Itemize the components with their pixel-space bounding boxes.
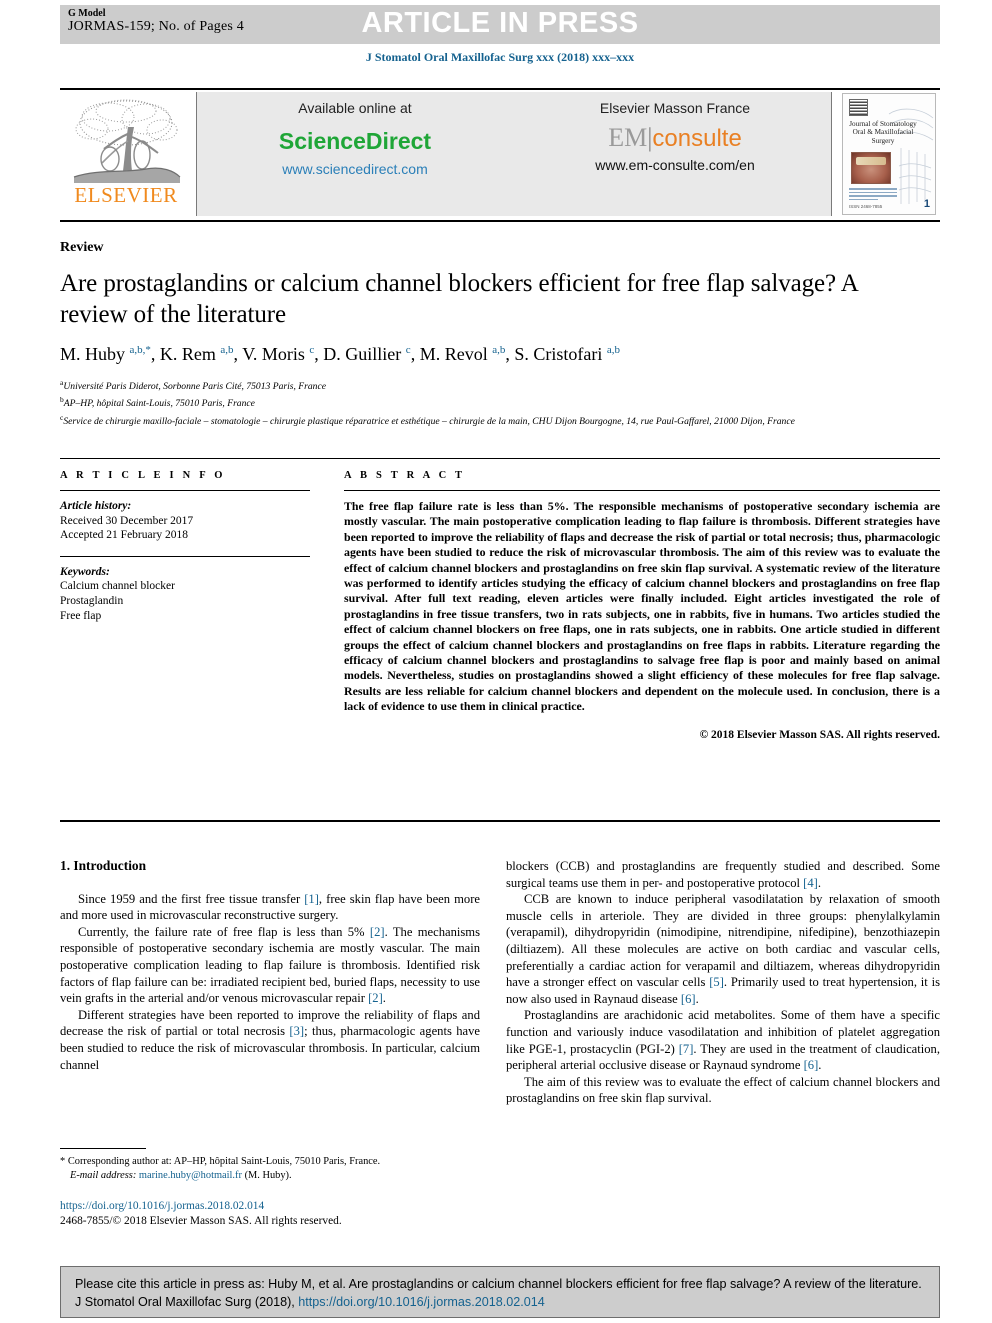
cover-journal-title: Journal of Stomatology Oral & Maxillofac… <box>849 120 917 145</box>
journal-cover-thumbnail: Journal of Stomatology Oral & Maxillofac… <box>842 93 936 215</box>
page-title: Are prostaglandins or calcium channel bl… <box>60 270 858 328</box>
abstract-copyright: © 2018 Elsevier Masson SAS. All rights r… <box>699 728 940 741</box>
em-consulte-block: Elsevier Masson France EM|consulte www.e… <box>520 100 830 173</box>
email-owner-label: (M. Huby). <box>244 1170 292 1181</box>
footnote-rule <box>60 1148 146 1149</box>
article-history-label: Article history: <box>60 500 132 512</box>
abstract-block-bottom-rule <box>60 820 940 822</box>
doi-copyright-block: https://doi.org/10.1016/j.jormas.2018.02… <box>60 1199 480 1229</box>
doi-link[interactable]: https://doi.org/10.1016/j.jormas.2018.02… <box>60 1199 480 1214</box>
header-bottom-rule <box>60 220 940 222</box>
sciencedirect-block: Available online at ScienceDirect www.sc… <box>200 100 510 177</box>
article-received-date: Received 30 December 2017 <box>60 514 194 527</box>
header-top-rule <box>60 88 940 90</box>
citation-reference[interactable]: [5] <box>709 975 724 989</box>
intro-paragraph: Different strategies have been reported … <box>60 1007 481 1072</box>
em-consulte-logo: EM|consulte <box>520 125 830 151</box>
cover-issn-label: ISSN 2468-7855 <box>849 204 883 209</box>
affiliation-text: Service de chirurgie maxillo-faciale – s… <box>63 416 795 428</box>
intro-paragraph: blockers (CCB) and prostaglandins are fr… <box>506 859 940 890</box>
intro-paragraph: Since 1959 and the first free tissue tra… <box>60 891 481 923</box>
cover-text-lines <box>849 188 897 202</box>
citation-reference[interactable]: [6] <box>804 1058 819 1072</box>
citation-reference[interactable]: [6] <box>681 992 696 1006</box>
abstract-text: The free flap failure rate is less than … <box>344 499 940 714</box>
elsevier-logo: ELSEVIER <box>62 95 190 215</box>
citation-reference[interactable]: [3] <box>289 1024 304 1038</box>
keyword-item: Prostaglandin <box>60 594 124 607</box>
article-type-label: Review <box>60 240 104 255</box>
elsevier-masson-label: Elsevier Masson France <box>599 100 751 116</box>
article-accepted-date: Accepted 21 February 2018 <box>60 529 189 542</box>
citation-reference[interactable]: [1] <box>304 892 319 906</box>
author-list: M. Huby a,b,*, K. Rem a,b, V. Moris c, D… <box>60 344 620 364</box>
cite-footer-doi-link[interactable]: https://doi.org/10.1016/j.jormas.2018.02… <box>298 1295 544 1309</box>
section-heading-introduction: 1. Introduction <box>60 858 147 873</box>
abstract-heading: A B S T R A C T <box>344 470 466 481</box>
citation-reference[interactable]: [2] <box>370 925 385 939</box>
in-press-title: ARTICLE IN PRESS <box>361 7 639 39</box>
elsevier-wordmark: ELSEVIER <box>74 183 178 207</box>
issn-copyright-line: 2468-7855/© 2018 Elsevier Masson SAS. Al… <box>60 1215 342 1227</box>
keywords-label: Keywords: <box>60 565 110 578</box>
citation-reference[interactable]: [2] <box>368 991 383 1005</box>
journal-citation-line: J Stomatol Oral Maxillofac Surg xxx (201… <box>365 50 635 64</box>
affiliation-item: cService de chirurgie maxillo-faciale – … <box>60 411 938 428</box>
intro-paragraph: CCB are known to induce peripheral vasod… <box>506 892 940 1006</box>
citation-reference[interactable]: [7] <box>679 1042 694 1056</box>
article-in-press-banner: G Model JORMAS-159; No. of Pages 4 ARTIC… <box>60 5 940 44</box>
corresponding-author-footnote: * Corresponding author at: AP–HP, hôpita… <box>60 1155 480 1183</box>
cover-volume-label: 1 <box>924 198 930 210</box>
affiliation-item: aUniversité Paris Diderot, Sorbonne Pari… <box>60 376 938 393</box>
affiliation-item: bAP–HP, hôpital Saint-Louis, 75010 Paris… <box>60 393 938 410</box>
keyword-item: Free flap <box>60 609 102 622</box>
sciencedirect-url[interactable]: www.sciencedirect.com <box>200 161 510 177</box>
keywords-divider <box>60 555 310 557</box>
intro-paragraph: The aim of this review was to evaluate t… <box>506 1074 940 1106</box>
body-column-right: blockers (CCB) and prostaglandins are fr… <box>506 858 940 1107</box>
corresponding-author-text: Corresponding author at: AP–HP, hôpital … <box>67 1156 381 1167</box>
intro-paragraph: Prostaglandins are arachidonic acid meta… <box>506 1008 940 1073</box>
keyword-item: Calcium channel blocker <box>60 580 175 593</box>
citation-reference[interactable]: [4] <box>803 876 818 890</box>
affiliation-list: aUniversité Paris Diderot, Sorbonne Pari… <box>60 376 938 428</box>
abstract-column: A B S T R A C T The free flap failure ra… <box>344 470 940 741</box>
cover-publisher-logo-icon <box>849 99 868 116</box>
paper-page: G Model JORMAS-159; No. of Pages 4 ARTIC… <box>0 0 992 1323</box>
available-online-label: Available online at <box>298 100 412 116</box>
sciencedirect-logo: ScienceDirect <box>278 128 432 154</box>
affiliation-text: AP–HP, hôpital Saint-Louis, 75010 Paris,… <box>63 398 255 410</box>
em-wordmark: EM <box>608 123 648 152</box>
article-info-divider <box>60 490 310 491</box>
article-info-column: A R T I C L E I N F O Article history: R… <box>60 470 310 623</box>
consulte-wordmark: consulte <box>652 125 742 152</box>
article-info-heading: A R T I C L E I N F O <box>60 470 226 481</box>
abstract-divider <box>344 490 940 491</box>
cover-photo-image <box>851 152 891 184</box>
cover-volume-number: 1 <box>923 198 930 210</box>
cite-footer-text: Please cite this article in press as: Hu… <box>75 1275 927 1311</box>
article-history-group: Article history: Received 30 December 20… <box>60 499 310 623</box>
affiliation-text: Université Paris Diderot, Sorbonne Paris… <box>63 381 326 393</box>
abstract-block-top-rule <box>60 458 940 460</box>
email-address-link[interactable]: marine.huby@hotmail.fr <box>139 1170 242 1181</box>
body-column-left: 1. Introduction Since 1959 and the first… <box>60 858 480 1073</box>
footnote-star-marker: * <box>60 1156 66 1167</box>
elsevier-tree-icon <box>73 99 181 183</box>
please-cite-footer: Please cite this article in press as: Hu… <box>60 1266 940 1318</box>
email-address-label: E-mail address: <box>70 1170 137 1181</box>
intro-paragraph: Currently, the failure rate of free flap… <box>60 924 480 1006</box>
em-consulte-url[interactable]: www.em-consulte.com/en <box>520 157 830 173</box>
